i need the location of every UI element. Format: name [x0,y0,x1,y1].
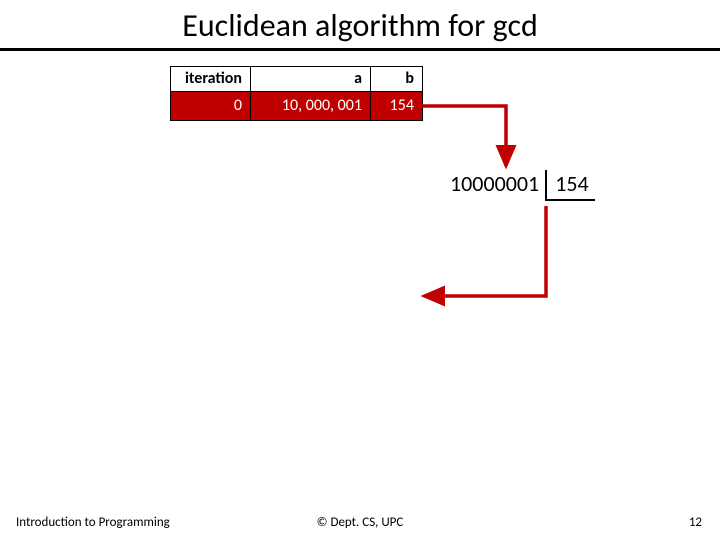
col-header-iteration: iteration [171,67,251,92]
division-divisor: 154 [545,170,594,201]
table-row: 0 10, 000, 001 154 [171,92,423,121]
page-number: 12 [689,515,702,530]
cell-a: 10, 000, 001 [250,92,370,121]
cell-b: 154 [370,92,422,121]
col-header-a: a [250,67,370,92]
flow-arrow-icon [416,106,616,326]
division-dividend: 10000001 [450,170,545,197]
iterations-table: iteration a b 0 10, 000, 001 154 [170,66,423,121]
footer-center: © Dept. CS, UPC [0,515,720,530]
cell-iteration: 0 [171,92,251,121]
title-underline [0,48,720,51]
slide-title: Euclidean algorithm for gcd [0,0,720,45]
long-division: 10000001154 [450,170,595,201]
col-header-b: b [370,67,422,92]
